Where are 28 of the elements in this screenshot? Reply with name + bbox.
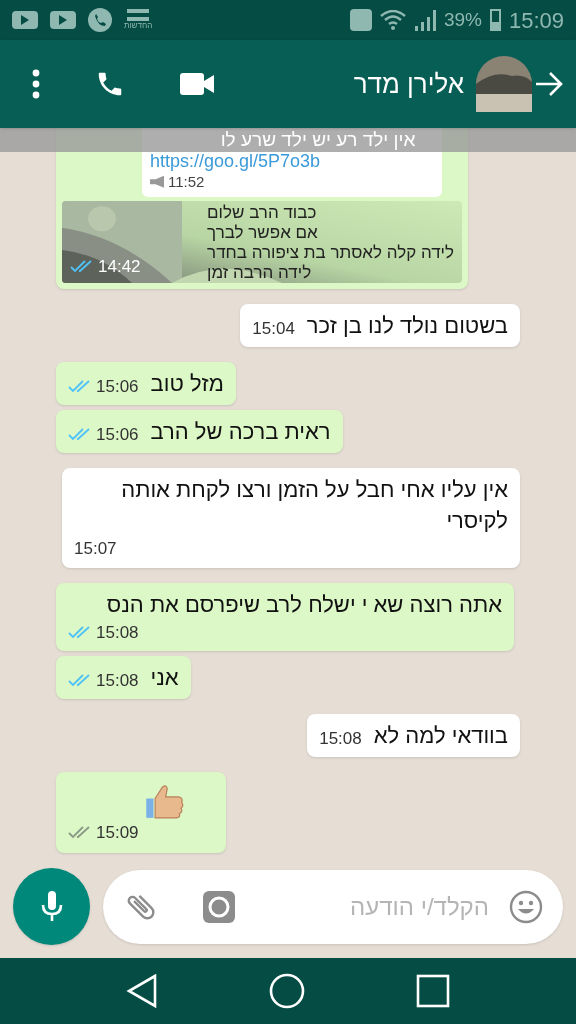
- caption-line: אם אפשר לברך: [207, 223, 318, 243]
- toast-text: אין ילד רע יש ילד שרע לו: [220, 129, 416, 151]
- message-time: 11:52: [168, 171, 205, 192]
- message-time: 15:09: [96, 821, 139, 844]
- message-time: 15:08: [96, 669, 139, 692]
- news-label: החדשות: [124, 21, 153, 31]
- message-text: אני: [150, 664, 179, 692]
- message-time: 15:04: [252, 317, 295, 340]
- message-time: 15:06: [96, 375, 139, 398]
- message-time: 15:08: [319, 727, 362, 750]
- message-input[interactable]: הקלד/י הודעה: [103, 869, 563, 944]
- message-field[interactable]: הקלד/י הודעה: [255, 888, 489, 925]
- message-text: אתה רוצה שא י ישלח לרב שיפרסם את הנס: [106, 590, 502, 619]
- message-text: ראית ברכה של הרב: [150, 418, 331, 446]
- message-time: 15:08: [96, 621, 139, 644]
- battery-percent: 39%: [443, 7, 482, 32]
- contact-name[interactable]: אלירן מדר: [353, 64, 464, 104]
- message-text: בוודאי למה לא: [373, 722, 508, 750]
- message-text: אין עליו אחי חבל על הזמן ורצו לקחת אותה לקיסרי: [120, 476, 508, 535]
- message-time: 15:07: [74, 538, 117, 560]
- message-text: בשטום נולד לנו בן זכר: [306, 312, 508, 340]
- clock: 15:09: [508, 6, 564, 35]
- caption-line: כבוד הרב שלום: [207, 203, 317, 223]
- message-time: 14:42: [98, 255, 141, 278]
- message-text: מזל טוב: [150, 370, 224, 398]
- message-time: 15:06: [96, 423, 139, 446]
- caption-line: לידה הרבה זמן: [207, 263, 312, 283]
- caption-line: לידה קלה לאסתר בת ציפורה בחדר: [207, 243, 454, 263]
